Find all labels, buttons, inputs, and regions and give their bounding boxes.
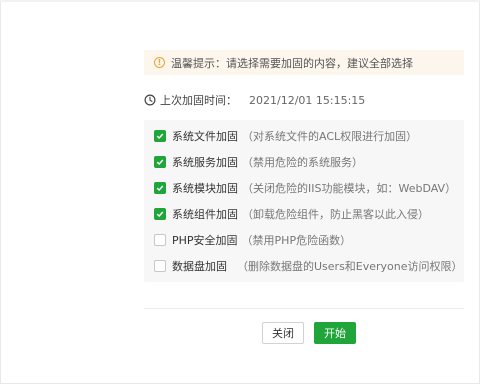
- hardening-options-panel: 系统文件加固 （对系统文件的ACL权限进行加固） 系统服务加固 （禁用危险的系统…: [144, 120, 464, 282]
- checkbox-unchecked-icon[interactable]: [154, 234, 166, 246]
- tip-text: 温馨提示：请选择需要加固的内容，建议全部选择: [171, 56, 413, 70]
- option-label: PHP安全加固: [172, 234, 238, 247]
- option-label: 系统服务加固: [172, 156, 238, 169]
- warning-circle-icon: !: [154, 57, 165, 68]
- option-label: 系统组件加固: [172, 208, 238, 221]
- option-data-disk[interactable]: 数据盘加固 （删除数据盘的Users和Everyone访问权限）: [154, 258, 463, 274]
- checkbox-checked-icon[interactable]: [154, 182, 166, 194]
- option-system-component[interactable]: 系统组件加固 （卸载危险组件，防止黑客以此入侵）: [154, 206, 429, 222]
- option-label: 系统模块加固: [172, 182, 238, 195]
- option-system-service[interactable]: 系统服务加固 （禁用危险的系统服务）: [154, 154, 363, 170]
- checkbox-checked-icon[interactable]: [154, 130, 166, 142]
- option-desc: （禁用危险的系统服务）: [242, 156, 363, 169]
- option-desc: （对系统文件的ACL权限进行加固）: [242, 130, 418, 143]
- clock-icon: [144, 94, 156, 106]
- warning-tip: ! 温馨提示：请选择需要加固的内容，建议全部选择: [144, 50, 464, 75]
- option-label: 数据盘加固: [172, 260, 227, 273]
- option-desc: （关闭危险的IIS功能模块，如：WebDAV）: [242, 182, 457, 195]
- last-hardening-time: 2021/12/01 15:15:15: [249, 93, 366, 107]
- option-php-security[interactable]: PHP安全加固 （禁用PHP危险函数）: [154, 232, 351, 248]
- footer-divider: [144, 308, 464, 309]
- close-button[interactable]: 关闭: [262, 322, 304, 344]
- checkbox-checked-icon[interactable]: [154, 208, 166, 220]
- last-hardening-row: 上次加固时间： 2021/12/01 15:15:15: [144, 93, 365, 107]
- last-hardening-label: 上次加固时间：: [160, 94, 237, 107]
- option-desc: （卸载危险组件，防止黑客以此入侵）: [242, 208, 429, 221]
- checkbox-unchecked-icon[interactable]: [154, 260, 166, 272]
- option-system-module[interactable]: 系统模块加固 （关闭危险的IIS功能模块，如：WebDAV）: [154, 180, 456, 196]
- option-label: 系统文件加固: [172, 130, 238, 143]
- option-desc: （禁用PHP危险函数）: [241, 234, 352, 247]
- top-border: [0, 0, 480, 2]
- checkbox-checked-icon[interactable]: [154, 156, 166, 168]
- start-button[interactable]: 开始: [314, 322, 356, 344]
- option-system-file[interactable]: 系统文件加固 （对系统文件的ACL权限进行加固）: [154, 128, 417, 144]
- option-desc: （删除数据盘的Users和Everyone访问权限）: [237, 260, 463, 273]
